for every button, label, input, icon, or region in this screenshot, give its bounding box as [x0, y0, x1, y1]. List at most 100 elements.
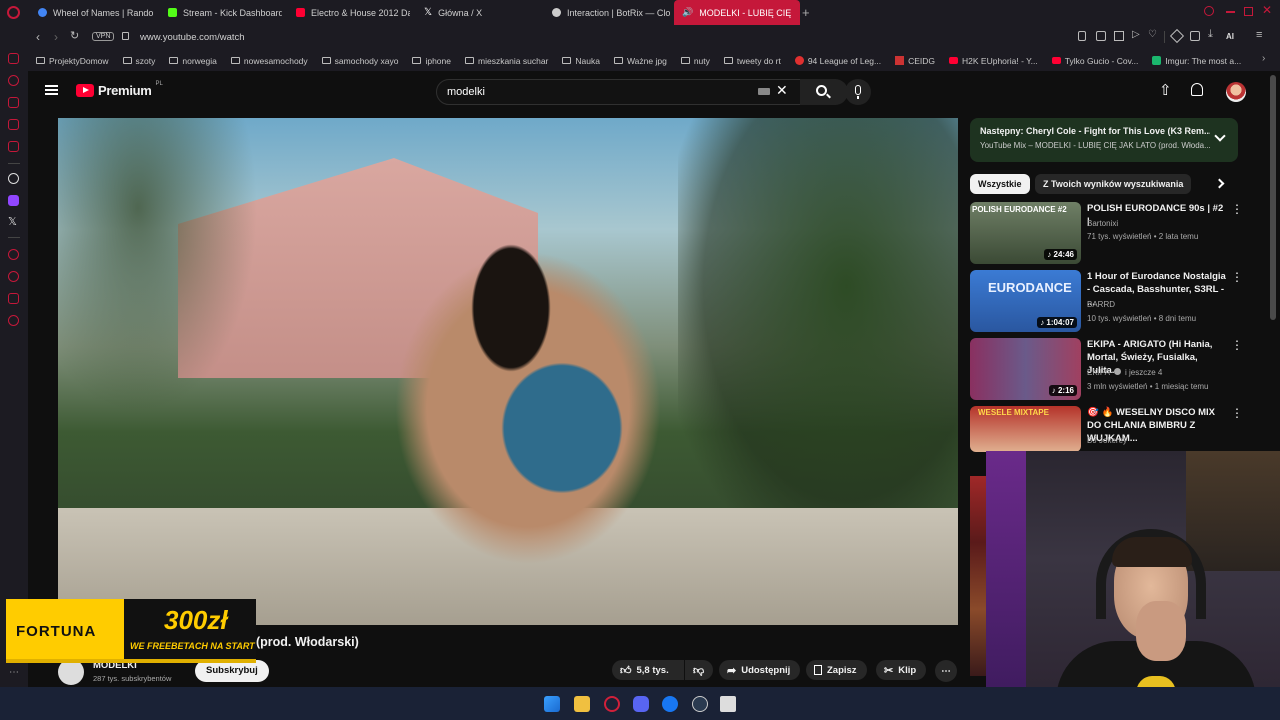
recommendation-thumbnail-partial[interactable]: [970, 476, 986, 676]
bookmark-h2k[interactable]: H2K EUphoria! - Y...: [949, 56, 1038, 66]
wallet-icon[interactable]: [1190, 31, 1200, 41]
more-options-icon[interactable]: ⋮: [1231, 270, 1243, 284]
sidebar-clock-icon[interactable]: [8, 271, 19, 282]
bookmark-norwegia[interactable]: norwegia: [169, 56, 217, 66]
more-options-icon[interactable]: ⋮: [1231, 406, 1243, 420]
sidebar-more-icon[interactable]: ⋯: [9, 667, 19, 678]
upload-icon[interactable]: ⇧: [1159, 81, 1172, 99]
sidebar-history-icon[interactable]: [8, 75, 19, 86]
channel-name[interactable]: BARRD: [1087, 300, 1115, 309]
chips-next-icon[interactable]: [1214, 178, 1225, 189]
bookmarks-overflow-icon[interactable]: ›: [1262, 53, 1265, 64]
close-window-button[interactable]: ✕: [1262, 3, 1272, 17]
cube-icon[interactable]: [1169, 28, 1185, 44]
bookmark-szoty[interactable]: szoty: [122, 56, 155, 66]
pin-icon[interactable]: [1078, 31, 1086, 41]
list-item[interactable]: EURODANCE ♪ 1:04:07 1 Hour of Eurodance …: [970, 270, 1243, 332]
tab-x-home[interactable]: 𝕏 Główna / X: [416, 0, 542, 25]
opera-icon[interactable]: [604, 696, 620, 712]
notifications-bell-icon[interactable]: [1191, 83, 1203, 96]
subscribe-button[interactable]: Subskrybuj: [195, 660, 269, 682]
bookmark-mieszkania[interactable]: mieszkania suchar: [465, 56, 548, 66]
tab-kick-dashboard[interactable]: Stream - Kick Dashboard: [160, 0, 282, 25]
forward-icon[interactable]: ›: [54, 30, 58, 44]
channel-name[interactable]: Bartonixi: [1087, 219, 1118, 228]
keyboard-icon[interactable]: [758, 88, 770, 95]
bookmark-tylko-gucio[interactable]: Tylko Gucio - Cov...: [1051, 56, 1138, 66]
url-field[interactable]: www.youtube.com/watch: [140, 32, 245, 43]
extensions-icon[interactable]: [1114, 31, 1124, 41]
voice-search-button[interactable]: [845, 79, 871, 105]
channel-name[interactable]: EKIPA i jeszcze 4: [1087, 368, 1162, 377]
sidebar-chatgpt-icon[interactable]: [8, 173, 19, 184]
video-player[interactable]: [58, 118, 958, 625]
sidebar-twitch-icon[interactable]: [8, 195, 19, 206]
minimize-button[interactable]: [1226, 11, 1235, 13]
video-thumbnail[interactable]: EURODANCE ♪ 1:04:07: [970, 270, 1081, 332]
facebook-icon[interactable]: [662, 696, 678, 712]
ai-icon[interactable]: AI: [1226, 32, 1234, 41]
video-thumbnail[interactable]: POLISH EURODANCE #2 ♪ 24:46: [970, 202, 1081, 264]
back-icon[interactable]: ‹: [36, 30, 40, 44]
bookmark-wazne-jpg[interactable]: Ważne jpg: [613, 56, 667, 66]
bookmark-nuty[interactable]: nuty: [680, 56, 710, 66]
clip-button[interactable]: ✂ Klip: [876, 660, 927, 680]
like-button[interactable]: 👍︎ 5,8 tys.: [612, 660, 684, 680]
bookmark-iphone[interactable]: iphone: [412, 56, 451, 66]
bookmark-league[interactable]: 94 League of Leg...: [794, 56, 881, 66]
avatar[interactable]: [1226, 82, 1246, 102]
play-icon[interactable]: ▷: [1132, 29, 1140, 40]
reload-icon[interactable]: ↻: [70, 29, 79, 42]
bookmark-nowesamochody[interactable]: nowesamochody: [230, 56, 308, 66]
tab-botrix[interactable]: Interaction | BotRix — Clo: [544, 0, 670, 25]
sidebar-x-icon[interactable]: 𝕏: [8, 215, 17, 228]
chip-from-search[interactable]: Z Twoich wyników wyszukiwania: [1035, 174, 1192, 194]
sidebar-settings-icon[interactable]: [8, 315, 19, 326]
tab-electro-house[interactable]: Electro & House 2012 Dan: [288, 0, 410, 25]
chevron-down-icon[interactable]: [1214, 130, 1226, 142]
sidebar-add-icon[interactable]: [8, 249, 19, 260]
tab-modelki-active[interactable]: 🔊 MODELKI - LUBIĘ CIĘ: [674, 0, 800, 25]
bookmark-ceidg[interactable]: CEIDG: [895, 56, 935, 66]
more-actions-button[interactable]: ⋯: [935, 660, 957, 682]
tab-wheel-of-names[interactable]: Wheel of Names | Random: [30, 0, 154, 25]
sidebar-messenger-icon[interactable]: [8, 53, 19, 64]
sidebar-bag-icon[interactable]: [8, 97, 19, 108]
sidebar-chat-icon[interactable]: [8, 119, 19, 130]
bookmark-imgur[interactable]: Imgur: The most a...: [1152, 56, 1241, 66]
steam-icon[interactable]: [692, 696, 708, 712]
page-scrollbar[interactable]: [1270, 75, 1276, 320]
video-thumbnail[interactable]: WESELE MIXTAPE: [970, 406, 1081, 452]
hamburger-menu-icon[interactable]: [45, 85, 58, 95]
next-up-panel[interactable]: Następny: Cheryl Cole - Fight for This L…: [970, 118, 1238, 162]
bookmark-samochody-xayo[interactable]: samochody xayo: [321, 56, 398, 66]
youtube-logo[interactable]: Premium PL: [76, 81, 163, 98]
sidebar-cube-icon[interactable]: [8, 293, 19, 304]
list-item[interactable]: ♪ 2:16 EKIPA - ARIGATO (Hi Hania, Mortal…: [970, 338, 1243, 400]
download-icon[interactable]: ⤓: [1208, 28, 1213, 41]
chip-all[interactable]: Wszystkie: [970, 174, 1030, 194]
more-options-icon[interactable]: ⋮: [1231, 202, 1243, 216]
dislike-button[interactable]: 👎︎: [685, 660, 713, 680]
save-button[interactable]: Zapisz: [806, 660, 867, 680]
search-button[interactable]: [800, 79, 848, 105]
channel-name[interactable]: DJ Jokerey: [1087, 436, 1127, 445]
share-button[interactable]: ➦ Udostępnij: [719, 660, 801, 680]
heart-icon[interactable]: ♡: [1148, 29, 1157, 40]
fortuna-ad-overlay[interactable]: FORTUNA 300zł WE FREEBETACH NA START: [6, 599, 256, 663]
snapshot-icon[interactable]: [1096, 31, 1106, 41]
bookmark-projektydomow[interactable]: ProjektyDomow: [36, 56, 109, 66]
discord-icon[interactable]: [633, 696, 649, 712]
vpn-badge[interactable]: VPN: [92, 32, 115, 41]
search-tabs-icon[interactable]: [1204, 6, 1214, 16]
app-icon[interactable]: [720, 696, 736, 712]
more-options-icon[interactable]: ⋮: [1231, 338, 1243, 352]
list-item[interactable]: POLISH EURODANCE #2 ♪ 24:46 POLISH EUROD…: [970, 202, 1243, 264]
new-tab-button[interactable]: +: [802, 5, 810, 20]
windows-start-icon[interactable]: [544, 696, 560, 712]
bookmark-tweety[interactable]: tweety do rt: [723, 56, 781, 66]
video-thumbnail[interactable]: ♪ 2:16: [970, 338, 1081, 400]
menu-icon[interactable]: ≡: [1256, 29, 1262, 41]
speaker-icon[interactable]: 🔊: [682, 7, 693, 18]
maximize-button[interactable]: [1244, 7, 1253, 16]
